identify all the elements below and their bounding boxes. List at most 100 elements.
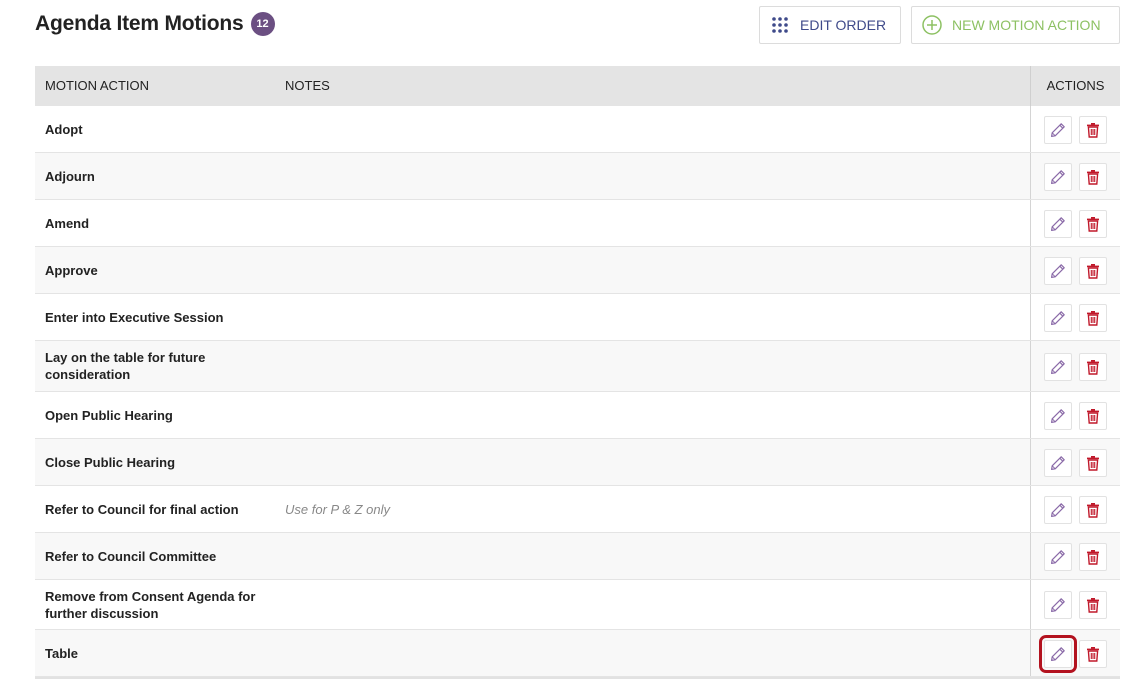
page-title: Agenda Item Motions <box>35 12 244 35</box>
row-actions <box>1030 106 1120 152</box>
table-row: Remove from Consent Agenda for further d… <box>35 580 1120 630</box>
pencil-icon <box>1050 263 1066 279</box>
table-row: Refer to Council for final action Use for… <box>35 486 1120 533</box>
motion-action-name: Table <box>45 645 78 661</box>
motion-action-name: Approve <box>45 262 98 278</box>
table-row: Lay on the table for future consideratio… <box>35 341 1120 392</box>
motion-action-name: Amend <box>45 215 90 231</box>
edit-button[interactable] <box>1044 402 1072 430</box>
edit-button[interactable] <box>1044 210 1072 238</box>
edit-button[interactable] <box>1044 163 1072 191</box>
trash-icon <box>1085 169 1101 185</box>
motion-action-name: Lay on the table for future consideratio… <box>45 350 206 382</box>
page-header: Agenda Item Motions 12 EDIT ORDER NEW MO… <box>35 6 1120 46</box>
edit-button[interactable] <box>1044 353 1072 381</box>
delete-button[interactable] <box>1079 257 1107 285</box>
delete-button[interactable] <box>1079 304 1107 332</box>
pencil-icon <box>1050 597 1066 613</box>
trash-icon <box>1085 502 1101 518</box>
delete-button[interactable] <box>1079 640 1107 668</box>
delete-button[interactable] <box>1079 591 1107 619</box>
motion-action-name: Open Public Hearing <box>45 407 173 423</box>
pencil-icon <box>1050 359 1066 375</box>
pencil-icon <box>1050 310 1066 326</box>
pencil-icon <box>1050 408 1066 424</box>
row-actions <box>1030 580 1120 629</box>
row-actions <box>1030 392 1120 438</box>
column-header-actions: ACTIONS <box>1030 66 1120 106</box>
motion-action-name: Remove from Consent Agenda for further d… <box>45 588 256 621</box>
pencil-icon <box>1050 122 1066 138</box>
edit-button[interactable] <box>1039 635 1077 673</box>
motion-action-name: Adopt <box>45 121 83 137</box>
trash-icon <box>1085 359 1101 375</box>
delete-button[interactable] <box>1079 402 1107 430</box>
table-body: Adopt Adjourn Amend Approve Enter into Execu… <box>35 106 1120 677</box>
pencil-icon <box>1050 502 1066 518</box>
pencil-icon <box>1050 169 1066 185</box>
title-group: Agenda Item Motions 12 <box>35 12 275 36</box>
row-actions <box>1030 486 1120 532</box>
trash-icon <box>1085 597 1101 613</box>
table-row: Enter into Executive Session <box>35 294 1120 341</box>
edit-button[interactable] <box>1044 543 1072 571</box>
page: Agenda Item Motions 12 EDIT ORDER NEW MO… <box>0 0 1130 690</box>
motion-action-name: Close Public Hearing <box>45 454 176 470</box>
row-actions <box>1030 247 1120 293</box>
row-actions <box>1030 153 1120 199</box>
edit-button[interactable] <box>1044 449 1072 477</box>
edit-button[interactable] <box>1044 257 1072 285</box>
delete-button[interactable] <box>1079 543 1107 571</box>
edit-order-button[interactable]: EDIT ORDER <box>759 6 901 44</box>
table-row: Close Public Hearing <box>35 439 1120 486</box>
plus-circle-icon <box>922 15 942 35</box>
motions-table: MOTION ACTION NOTES ACTIONS Adopt Adjourn… <box>35 66 1120 679</box>
trash-icon <box>1085 263 1101 279</box>
table-row: Open Public Hearing <box>35 392 1120 439</box>
delete-button[interactable] <box>1079 449 1107 477</box>
edit-button[interactable] <box>1044 116 1072 144</box>
row-actions <box>1030 630 1120 676</box>
delete-button[interactable] <box>1079 163 1107 191</box>
trash-icon <box>1085 122 1101 138</box>
delete-button[interactable] <box>1079 210 1107 238</box>
row-actions <box>1030 294 1120 340</box>
row-actions <box>1030 341 1120 391</box>
table-row: Adjourn <box>35 153 1120 200</box>
trash-icon <box>1085 216 1101 232</box>
row-actions <box>1030 200 1120 246</box>
pencil-icon <box>1050 455 1066 471</box>
new-motion-action-button[interactable]: NEW MOTION ACTION <box>911 6 1120 44</box>
motion-action-name: Refer to Council Committee <box>45 548 217 564</box>
new-motion-action-label: NEW MOTION ACTION <box>952 17 1101 33</box>
edit-order-label: EDIT ORDER <box>800 17 887 33</box>
trash-icon <box>1085 310 1101 326</box>
delete-button[interactable] <box>1079 353 1107 381</box>
motion-action-name: Adjourn <box>45 168 95 184</box>
motion-action-notes: Use for P & Z only <box>285 501 390 517</box>
trash-icon <box>1085 646 1101 662</box>
table-row: Amend <box>35 200 1120 247</box>
edit-button[interactable] <box>1044 304 1072 332</box>
motion-action-name: Refer to Council for final action <box>45 501 239 517</box>
table-row: Refer to Council Committee <box>35 533 1120 580</box>
row-actions <box>1030 533 1120 579</box>
table-row: Adopt <box>35 106 1120 153</box>
pencil-icon <box>1050 216 1066 232</box>
table-header: MOTION ACTION NOTES ACTIONS <box>35 66 1120 106</box>
trash-icon <box>1085 549 1101 565</box>
table-row: Approve <box>35 247 1120 294</box>
edit-button[interactable] <box>1044 591 1072 619</box>
drag-grid-icon <box>770 15 790 35</box>
pencil-icon <box>1050 549 1066 565</box>
edit-button[interactable] <box>1044 496 1072 524</box>
count-badge: 12 <box>250 12 275 36</box>
trash-icon <box>1085 408 1101 424</box>
column-header-notes: NOTES <box>285 78 330 93</box>
trash-icon <box>1085 455 1101 471</box>
table-row: Table <box>35 630 1120 677</box>
row-actions <box>1030 439 1120 485</box>
delete-button[interactable] <box>1079 116 1107 144</box>
column-header-motion-action: MOTION ACTION <box>45 78 149 93</box>
delete-button[interactable] <box>1079 496 1107 524</box>
